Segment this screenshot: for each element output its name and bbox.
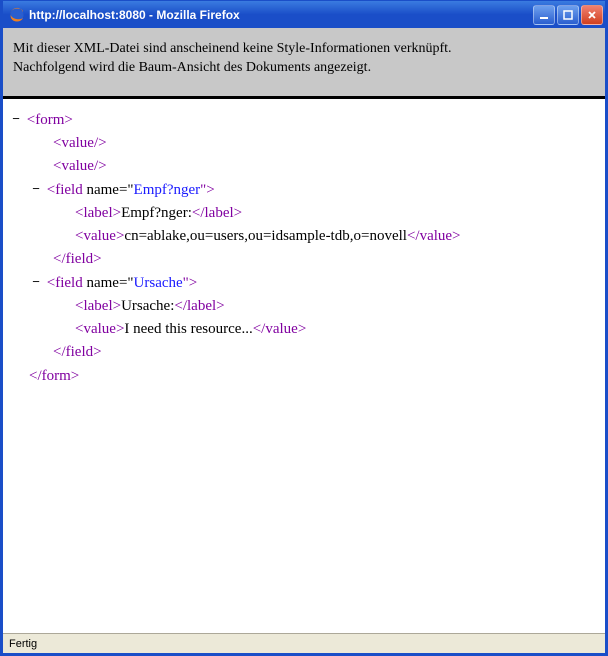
xml-line: <value/>: [9, 132, 599, 155]
tag-form-close: </form>: [29, 368, 79, 384]
tag-field-open-end: ">: [200, 182, 215, 198]
maximize-button[interactable]: [557, 5, 579, 25]
xml-tree: − <form> <value/> <value/> − <field name…: [3, 99, 605, 633]
attr-eq: =": [119, 182, 134, 198]
collapse-toggle[interactable]: −: [9, 109, 23, 129]
xml-line: <label>Empf?nger:</label>: [9, 202, 599, 225]
xml-line: <label>Ursache:</label>: [9, 295, 599, 318]
close-button[interactable]: [581, 5, 603, 25]
xml-line: </field>: [9, 341, 599, 364]
minimize-button[interactable]: [533, 5, 555, 25]
firefox-icon: [9, 7, 25, 23]
collapse-toggle[interactable]: −: [29, 179, 43, 199]
value-text: I need this resource...: [124, 321, 252, 337]
tag-value-open: <value>: [75, 228, 124, 244]
xml-line: </form>: [9, 365, 599, 388]
browser-window: http://localhost:8080 - Mozilla Firefox …: [0, 0, 608, 656]
collapse-toggle[interactable]: −: [29, 272, 43, 292]
tag-field-open: <field: [47, 182, 87, 198]
xml-line: − <form>: [9, 109, 599, 132]
value-text: cn=ablake,ou=users,ou=idsample-tdb,o=nov…: [124, 228, 407, 244]
window-title: http://localhost:8080 - Mozilla Firefox: [29, 8, 533, 22]
tag-form-open: <form>: [27, 112, 73, 128]
notice-line-2: Nachfolgend wird die Baum-Ansicht des Do…: [13, 59, 595, 78]
xml-line: <value>cn=ablake,ou=users,ou=idsample-td…: [9, 225, 599, 248]
attr-name: name: [86, 275, 118, 291]
status-text: Fertig: [9, 638, 37, 650]
tag-value-self: <value/>: [53, 158, 107, 174]
attr-eq: =": [119, 275, 134, 291]
attr-value: Empf?nger: [134, 182, 201, 198]
tag-label-open: <label>: [75, 205, 121, 221]
notice-line-1: Mit dieser XML-Datei sind anscheinend ke…: [13, 40, 595, 59]
xml-line: <value/>: [9, 155, 599, 178]
tag-value-close: </value>: [407, 228, 461, 244]
tag-value-open: <value>: [75, 321, 124, 337]
titlebar: http://localhost:8080 - Mozilla Firefox: [3, 0, 605, 28]
label-text: Empf?nger:: [121, 205, 192, 221]
tag-value-close: </value>: [253, 321, 307, 337]
tag-value-self: <value/>: [53, 135, 107, 151]
tag-label-close: </label>: [174, 298, 224, 314]
tag-field-close: </field>: [53, 344, 102, 360]
window-controls: [533, 5, 603, 25]
xml-line: − <field name="Ursache">: [9, 272, 599, 295]
xml-line: </field>: [9, 248, 599, 271]
tag-field-open-end: ">: [183, 275, 198, 291]
xml-line: <value>I need this resource...</value>: [9, 318, 599, 341]
tag-label-open: <label>: [75, 298, 121, 314]
attr-name: name: [86, 182, 118, 198]
xml-line: − <field name="Empf?nger">: [9, 179, 599, 202]
label-text: Ursache:: [121, 298, 174, 314]
tag-label-close: </label>: [192, 205, 242, 221]
tag-field-open: <field: [47, 275, 87, 291]
tag-field-close: </field>: [53, 251, 102, 267]
attr-value: Ursache: [134, 275, 183, 291]
statusbar: Fertig: [3, 633, 605, 653]
xml-notice: Mit dieser XML-Datei sind anscheinend ke…: [3, 28, 605, 99]
